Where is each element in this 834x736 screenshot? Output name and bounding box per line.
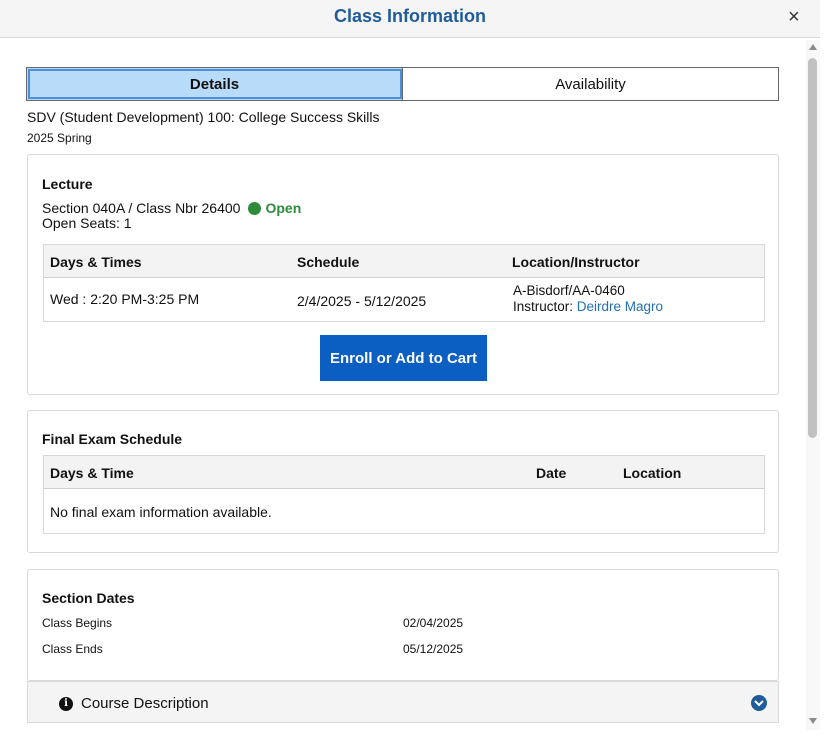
instructor-link[interactable]: Deirdre Magro — [577, 299, 663, 314]
meeting-days-times: Wed : 2:20 PM-3:25 PM — [50, 291, 200, 307]
course-description-accordion[interactable]: i Course Description — [27, 681, 779, 723]
empty-message: No final exam information available. — [50, 504, 272, 520]
table-header: Days & Times Schedule Location/Instructo… — [44, 245, 764, 278]
chevron-down-icon[interactable] — [751, 695, 767, 711]
status-open-icon — [248, 201, 262, 215]
table-row: Wed : 2:20 PM-3:25 PM 2/4/2025 - 5/12/20… — [44, 278, 764, 321]
info-icon: i — [59, 697, 73, 711]
dialog-header: Class Information × — [0, 0, 820, 38]
meeting-location: A-Bisdorf/AA-0460 — [513, 283, 625, 298]
meeting-table: Days & Times Schedule Location/Instructo… — [43, 244, 765, 322]
column-header-location: Location — [623, 465, 682, 481]
class-begins-label: Class Begins — [42, 616, 113, 630]
final-exam-card: Final Exam Schedule Days & Time Date Loc… — [27, 410, 779, 553]
class-ends-value: 05/12/2025 — [403, 642, 464, 656]
enroll-button[interactable]: Enroll or Add to Cart — [320, 335, 487, 381]
status-badge: Open — [265, 200, 302, 216]
term-label: 2025 Spring — [27, 131, 92, 145]
column-header-location-instructor: Location/Instructor — [512, 254, 640, 270]
column-header-schedule: Schedule — [297, 254, 360, 270]
instructor-label: Instructor: — [513, 299, 577, 314]
open-seats: Open Seats: 1 — [42, 215, 132, 231]
scroll-down-icon[interactable] — [809, 718, 817, 724]
table-header: Days & Time Date Location — [44, 456, 764, 489]
column-header-days-time: Days & Time — [50, 465, 134, 481]
scroll-up-icon[interactable] — [809, 44, 817, 50]
section-dates-heading: Section Dates — [42, 590, 135, 606]
final-exam-heading: Final Exam Schedule — [42, 431, 183, 447]
lecture-heading: Lecture — [42, 176, 93, 192]
dialog-title: Class Information — [333, 6, 487, 26]
close-icon[interactable]: × — [788, 7, 800, 27]
section-info: Section 040A / Class Nbr 26400 Open — [42, 200, 301, 216]
column-header-days-times: Days & Times — [50, 254, 142, 270]
instructor-line: Instructor: Deirdre Magro — [513, 299, 663, 314]
course-title: SDV (Student Development) 100: College S… — [27, 109, 380, 125]
table-row: No final exam information available. — [44, 489, 764, 533]
column-header-date: Date — [536, 465, 567, 481]
class-begins-value: 02/04/2025 — [403, 616, 464, 630]
section-dates-card: Section Dates Class Begins 02/04/2025 Cl… — [27, 569, 779, 681]
tab-availability[interactable]: Availability — [403, 68, 778, 100]
tab-details[interactable]: Details — [27, 68, 403, 100]
accordion-label: Course Description — [81, 695, 209, 712]
final-exam-table: Days & Time Date Location No final exam … — [43, 455, 765, 534]
section-number: Section 040A / Class Nbr 26400 — [42, 200, 241, 216]
lecture-card: Lecture Section 040A / Class Nbr 26400 O… — [27, 154, 779, 395]
class-ends-label: Class Ends — [42, 642, 103, 656]
meeting-schedule: 2/4/2025 - 5/12/2025 — [297, 293, 427, 309]
scrollbar-thumb[interactable] — [808, 58, 817, 438]
window-edge — [820, 0, 834, 736]
tab-bar: Details Availability — [26, 67, 779, 101]
vertical-scrollbar[interactable] — [806, 40, 820, 730]
